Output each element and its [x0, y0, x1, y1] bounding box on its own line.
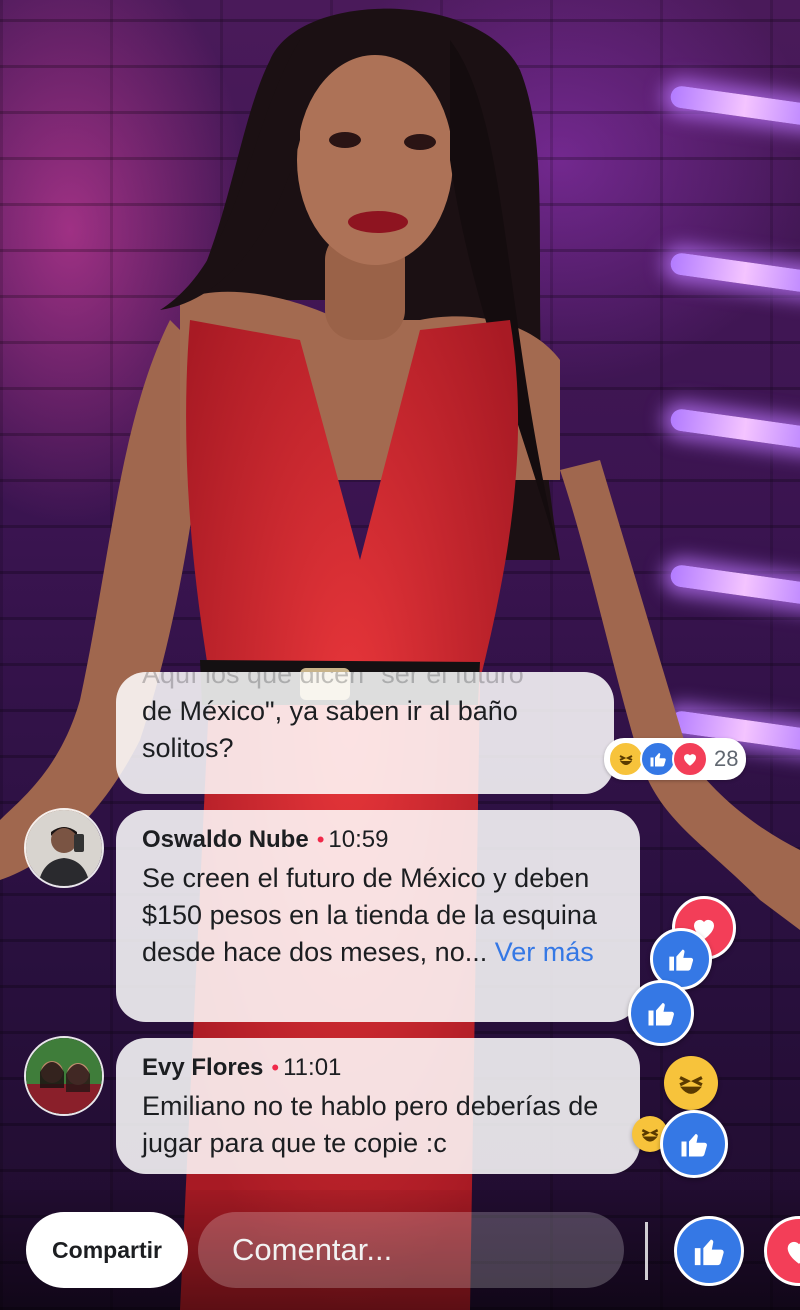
like-reaction-button[interactable]	[674, 1216, 744, 1286]
share-button[interactable]: Compartir	[26, 1212, 188, 1288]
comment-reactions[interactable]: 28	[604, 738, 747, 780]
separator-dot: •	[316, 827, 325, 852]
comment-text: Emiliano no te hablo pero deberías de ju…	[142, 1091, 599, 1158]
comment-input[interactable]	[198, 1212, 624, 1288]
floating-thumbs-up-icon	[660, 1110, 728, 1178]
floating-thumbs-up-icon	[628, 980, 694, 1046]
comment-timestamp: 11:01	[283, 1054, 342, 1081]
comment-text-line: de México", ya saben ir al baño	[142, 696, 518, 726]
commenter-name[interactable]: Evy Flores	[142, 1054, 263, 1081]
avatar[interactable]	[24, 808, 104, 888]
comment-text-partial: Aquí los que dicen "ser el futuro	[142, 672, 524, 689]
heart-icon	[787, 1241, 800, 1264]
see-more-link[interactable]: Ver más	[495, 937, 594, 967]
avatar[interactable]	[24, 1036, 104, 1116]
comment-bubble[interactable]: Aquí los que dicen "ser el futuro de Méx…	[116, 672, 614, 794]
heart-icon	[672, 741, 708, 777]
separator-dot: •	[271, 1055, 280, 1080]
comment-text-line: solitos?	[142, 733, 234, 763]
comment-bubble[interactable]: Evy Flores • 11:01 Emiliano no te hablo pe…	[116, 1038, 640, 1174]
commenter-name[interactable]: Oswaldo Nube	[142, 826, 309, 853]
thumbs-up-icon	[640, 741, 676, 777]
thumbs-up-icon	[694, 1239, 724, 1266]
reaction-count: 28	[714, 746, 739, 771]
comment-bubble[interactable]: Oswaldo Nube • 10:59 Se creen el futuro de…	[116, 810, 640, 1022]
laughing-face-icon	[608, 741, 644, 777]
comment-timestamp: 10:59	[328, 826, 389, 853]
floating-laughing-face-icon	[664, 1056, 718, 1110]
divider	[645, 1222, 648, 1280]
